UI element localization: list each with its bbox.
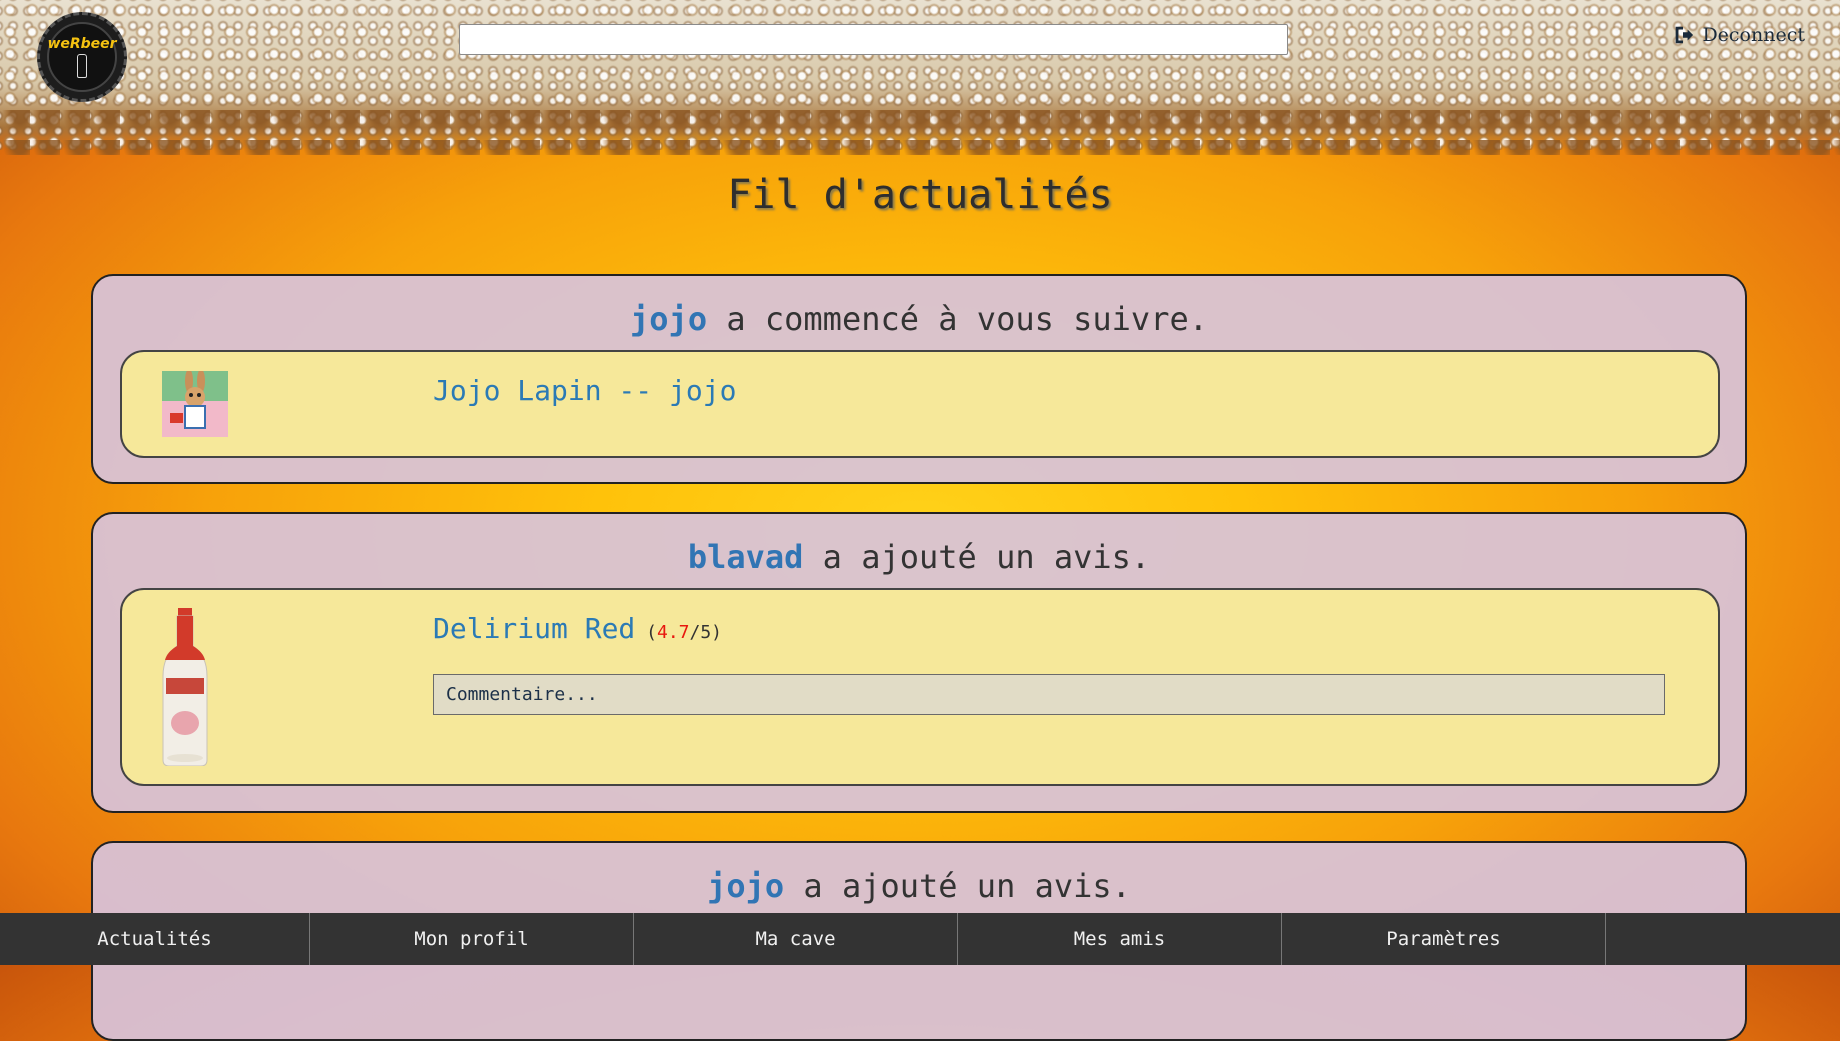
feed-card-review: blavad a ajouté un avis. Delirium Red (4… bbox=[91, 512, 1747, 813]
action-text: a commencé à vous suivre. bbox=[707, 300, 1208, 338]
card-heading: jojo a ajouté un avis. bbox=[93, 867, 1745, 907]
action-text: a ajouté un avis. bbox=[784, 867, 1131, 905]
beer-name: Delirium Red bbox=[433, 612, 636, 645]
foam-edge-decoration bbox=[0, 110, 1840, 155]
comment-input[interactable] bbox=[433, 674, 1665, 715]
rabbit-avatar-icon bbox=[162, 371, 228, 437]
username-link[interactable]: blavad bbox=[688, 538, 804, 576]
action-text: a ajouté un avis. bbox=[803, 538, 1151, 576]
nav-item-mes-amis[interactable]: Mes amis bbox=[958, 913, 1282, 965]
username-link[interactable]: jojo bbox=[707, 867, 784, 905]
beer-bottle-icon bbox=[162, 608, 208, 766]
logo-text: weRbeer bbox=[47, 36, 117, 52]
profile-link[interactable]: Jojo Lapin -- jojo bbox=[433, 374, 736, 407]
rating-value: 4.7 bbox=[656, 622, 690, 643]
rating: (4.7/5) bbox=[635, 622, 722, 643]
logo-cap: weRbeer bbox=[47, 22, 117, 92]
deconnect-button[interactable]: Deconnect bbox=[1672, 24, 1805, 46]
nav-item-actualites[interactable]: Actualités bbox=[0, 913, 310, 965]
bottle-icon bbox=[77, 54, 87, 78]
nav-item-parametres[interactable]: Paramètres bbox=[1282, 913, 1606, 965]
card-heading: blavad a ajouté un avis. bbox=[93, 538, 1745, 578]
search-input[interactable] bbox=[459, 24, 1288, 55]
rating-rest: /5) bbox=[689, 622, 723, 643]
beer-link[interactable]: Delirium Red (4.7/5) bbox=[433, 612, 722, 645]
username-link[interactable]: jojo bbox=[630, 300, 707, 338]
card-heading: jojo a commencé à vous suivre. bbox=[93, 300, 1745, 340]
bottom-nav: Actualités Mon profil Ma cave Mes amis P… bbox=[0, 913, 1840, 965]
feed-item-content: Delirium Red (4.7/5) bbox=[120, 588, 1720, 786]
nav-item-ma-cave[interactable]: Ma cave bbox=[634, 913, 958, 965]
werbeer-logo[interactable]: weRbeer bbox=[37, 12, 127, 102]
deconnect-label: Deconnect bbox=[1702, 24, 1805, 46]
rating-open: ( bbox=[635, 622, 657, 643]
nav-item-mon-profil[interactable]: Mon profil bbox=[310, 913, 634, 965]
feed-card-follow: jojo a commencé à vous suivre. Jojo Lapi… bbox=[91, 274, 1747, 484]
page-title: Fil d'actualités bbox=[727, 172, 1113, 218]
logout-icon bbox=[1676, 26, 1694, 44]
feed-item-content: Jojo Lapin -- jojo bbox=[120, 350, 1720, 458]
